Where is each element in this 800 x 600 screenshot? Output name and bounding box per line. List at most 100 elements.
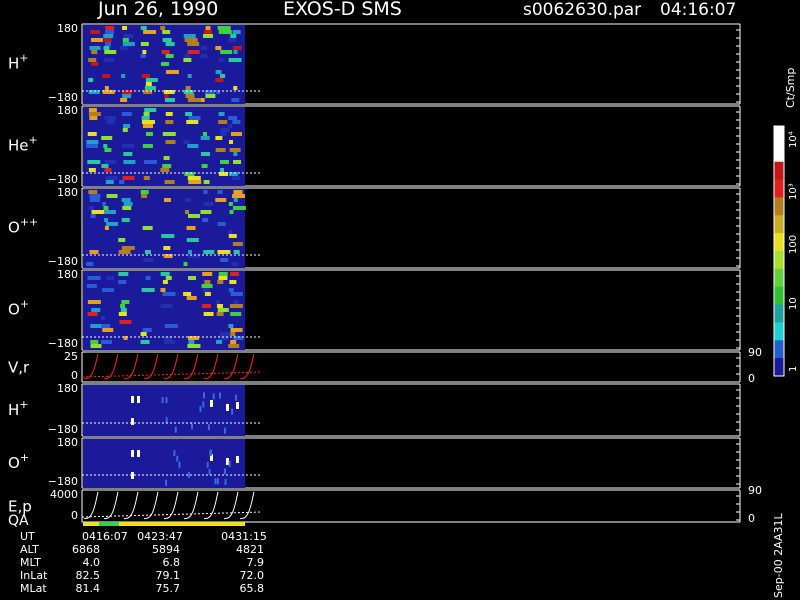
ephem-value: 79.1 xyxy=(156,569,181,582)
series-line xyxy=(204,353,219,380)
colorbar: 10⁴ 10³ 100 10 1 xyxy=(773,125,799,377)
sparse-point xyxy=(210,400,213,407)
y-tick-bottom: −180 xyxy=(48,173,78,186)
sparse-point xyxy=(236,402,239,409)
spectrogram-cell xyxy=(162,164,172,168)
spectrogram-cell xyxy=(229,140,234,144)
spectrogram-cell xyxy=(103,46,110,50)
panel-p4: O+ 180 −180 xyxy=(8,268,741,351)
spectrogram-cell xyxy=(220,128,230,132)
spectrogram-cell xyxy=(106,222,119,226)
spectrogram-cell xyxy=(88,190,98,194)
spectrogram-cell xyxy=(118,312,127,316)
colorbar-segment xyxy=(774,179,784,198)
spectrogram-cell xyxy=(230,312,242,316)
spectrogram-cell xyxy=(228,124,233,128)
colorbar-segment xyxy=(774,304,784,323)
sparse-point xyxy=(218,392,221,399)
spectrogram-cell xyxy=(121,300,130,304)
spectrogram-cell xyxy=(106,120,115,124)
spectrogram-cell xyxy=(201,164,208,168)
spectrogram-cell xyxy=(144,86,156,90)
spectrogram-cell xyxy=(105,42,112,46)
y-tick-bottom: 0 xyxy=(71,369,78,382)
spectrogram-cell xyxy=(140,332,147,336)
sparse-point xyxy=(203,392,206,399)
spectrogram-cell xyxy=(161,50,170,54)
spectrogram-cell xyxy=(164,94,169,98)
spectrogram-cell xyxy=(187,214,200,218)
spectrogram-cell xyxy=(200,210,212,214)
series-line xyxy=(84,491,99,520)
spectrogram-cell xyxy=(205,94,216,98)
panels-group: H+180−180He+180−180O++180−180O+180−180V,… xyxy=(8,22,762,529)
spectrogram-cell xyxy=(165,276,172,280)
spectrogram-cell xyxy=(123,160,136,164)
spectrogram-cell xyxy=(232,176,241,180)
series-line xyxy=(184,491,199,520)
colorbar-unit: Ct/Smp xyxy=(784,68,797,108)
sparse-point xyxy=(202,401,205,408)
panel-label: V,r xyxy=(8,358,30,376)
spectrogram-cell xyxy=(160,304,173,308)
spectrogram-cell xyxy=(123,124,131,128)
spectrogram-cell xyxy=(164,324,178,328)
spectrogram-cell xyxy=(220,258,229,262)
spectrogram-cell xyxy=(233,190,243,194)
spectrogram-cell xyxy=(104,50,117,54)
spectrogram-cell xyxy=(217,190,223,194)
spectrogram-cell xyxy=(122,38,129,42)
spectrogram-cell xyxy=(203,250,215,254)
spectrogram-cell xyxy=(220,132,227,136)
colorbar-segment xyxy=(774,215,784,234)
spectrogram-cell xyxy=(218,58,224,62)
spectrogram-cell xyxy=(184,38,198,42)
spectrogram-cell xyxy=(120,98,128,102)
spectrogram-cell xyxy=(228,116,238,120)
spectrogram-cell xyxy=(105,26,115,30)
sparse-point xyxy=(165,416,168,423)
spectrogram-cell xyxy=(90,214,96,218)
spectrogram-cell xyxy=(143,176,150,180)
spectrogram-cell xyxy=(87,276,101,280)
panel-p6: H+ 180 −180 xyxy=(8,382,741,437)
spectrogram-cell xyxy=(229,304,243,308)
spectrogram-cell xyxy=(88,168,96,172)
colorbar-segment xyxy=(774,233,784,252)
spectrogram-cell xyxy=(204,30,213,34)
x-tick-label: 0431:15 xyxy=(221,530,267,543)
sparse-point xyxy=(176,455,179,462)
sparse-point xyxy=(137,450,140,457)
y-tick-top: 4000 xyxy=(50,488,78,501)
colorbar-tick-label: 1 xyxy=(788,366,799,372)
panel-label: H+ xyxy=(8,51,29,72)
panel-label: He+ xyxy=(8,133,38,154)
spectrogram-cell xyxy=(202,288,210,292)
spectrogram-cell xyxy=(145,132,153,136)
spectrogram-cell xyxy=(143,160,157,164)
spectrogram-cell xyxy=(187,74,192,78)
sparse-point xyxy=(165,479,168,486)
spectrogram-cell xyxy=(161,62,170,66)
spectrogram-cell xyxy=(89,250,99,254)
qa-bar-segment xyxy=(99,522,119,526)
spectrogram-cell xyxy=(142,144,153,148)
ephem-row-label: ALT xyxy=(20,543,39,556)
spectrogram-cell xyxy=(121,246,135,250)
plot-instrument: EXOS-D SMS xyxy=(283,0,402,20)
spectrogram-cell xyxy=(230,340,237,344)
sparse-point xyxy=(214,478,217,485)
colorbar-segment xyxy=(774,322,784,341)
panel-label: O++ xyxy=(8,215,38,236)
spectrogram-cell xyxy=(164,98,175,102)
spectrogram-cell xyxy=(121,144,134,148)
ephem-value: 7.9 xyxy=(247,556,265,569)
spectrogram-cell xyxy=(218,30,232,34)
spectrogram-cell xyxy=(163,246,171,250)
plot-time: 04:16:07 xyxy=(660,0,736,20)
spectrogram-cell xyxy=(144,108,157,112)
spectrogram-cell xyxy=(122,94,132,98)
spectrogram-cell xyxy=(187,276,196,280)
ephem-value: 6868 xyxy=(72,543,100,556)
spectrogram-cell xyxy=(118,272,129,276)
